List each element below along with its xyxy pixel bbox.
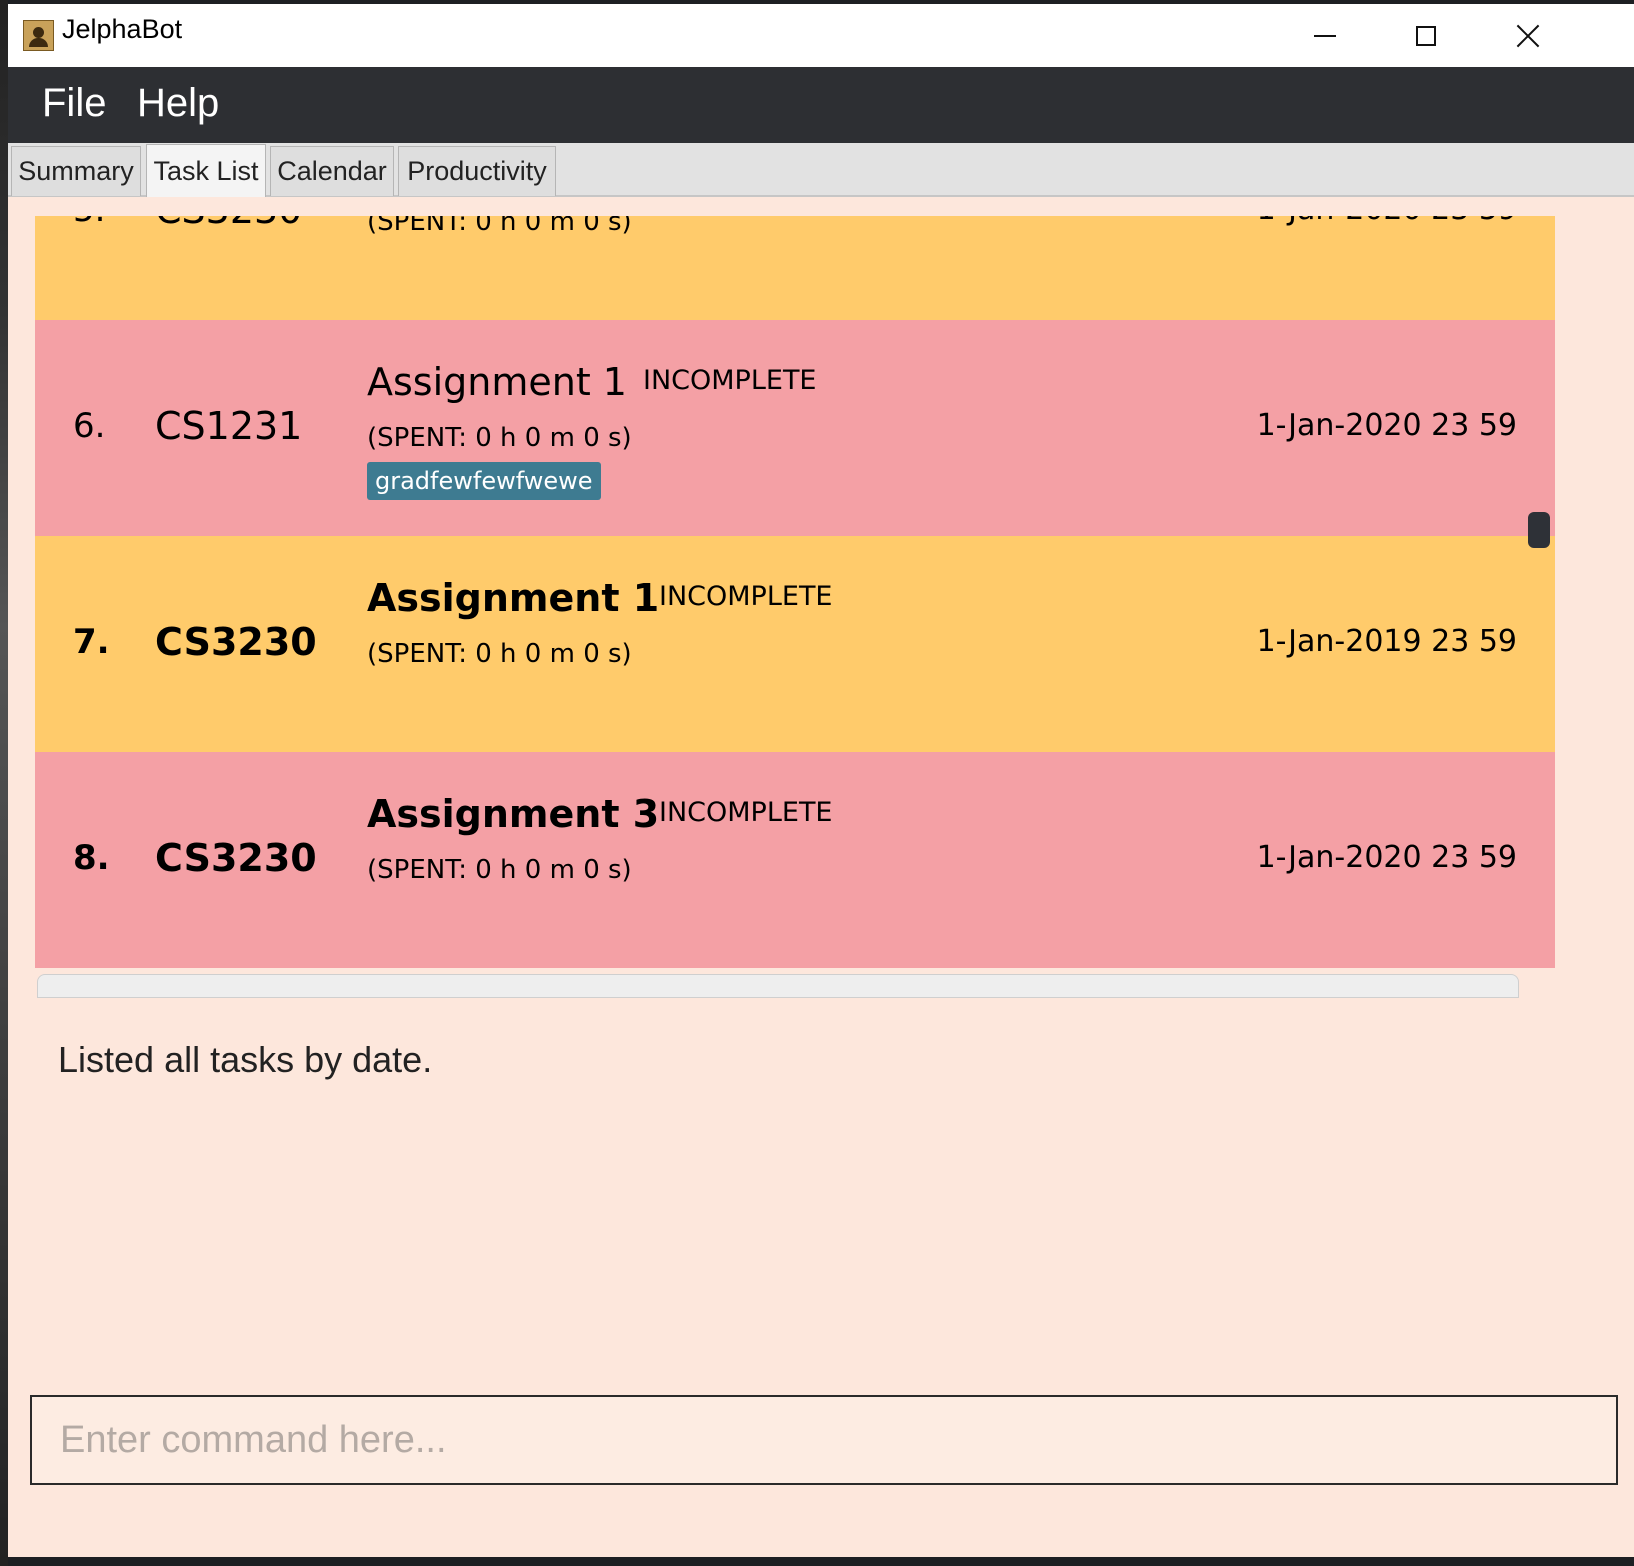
task-time-spent: (SPENT: 0 h 0 m 0 s) [367,216,632,237]
result-display: Listed all tasks by date. [58,1039,433,1080]
task-tag: gradfewfewfwewe [367,462,601,500]
task-index: 8. [73,838,110,878]
command-input[interactable] [30,1395,1618,1485]
task-card[interactable]: 7. CS3230 Assignment 1 INCOMPLETE (SPENT… [35,536,1555,752]
task-status: INCOMPLETE [659,581,833,612]
task-module: CS3230 [155,620,317,664]
desktop-background [0,0,8,1566]
task-list-scrollbar[interactable] [1523,220,1550,1006]
task-due-date: 1-Jan-2020 23 59 [1256,840,1517,875]
task-name: Assignment 1 [367,360,627,404]
task-due-date: 1-Jan-2019 23 59 [1256,624,1517,659]
task-card[interactable]: 6. CS1231 Assignment 1 INCOMPLETE (SPENT… [35,320,1555,536]
minimize-button[interactable] [1273,4,1377,67]
task-name: Assignment 1 [367,576,660,620]
task-index: 5. [73,216,105,230]
menu-help[interactable]: Help [137,81,219,126]
maximize-icon [1416,25,1436,46]
task-module: CS3230 [155,836,317,880]
tab-calendar[interactable]: Calendar [270,146,394,196]
task-list: 5. CS3230 (SPENT: 0 h 0 m 0 s) 1-Jan-202… [35,216,1555,998]
tab-productivity[interactable]: Productivity [398,146,556,196]
list-end-cell [37,974,1519,998]
close-icon [1516,24,1540,48]
tab-task-list[interactable]: Task List [146,144,266,197]
task-due-date: 1-Jan-2020 23 59 [1256,408,1517,443]
window-title: JelphaBot [62,14,183,44]
scrollbar-thumb[interactable] [1528,512,1550,548]
tab-summary[interactable]: Summary [11,146,141,196]
maximize-button[interactable] [1374,4,1478,67]
app-person-icon [23,20,54,51]
task-module: CS3230 [155,216,302,232]
task-name: Assignment 3 [367,792,660,836]
task-card[interactable]: 8. CS3230 Assignment 3 INCOMPLETE (SPENT… [35,752,1555,968]
task-list-view[interactable]: 5. CS3230 (SPENT: 0 h 0 m 0 s) 1-Jan-202… [35,216,1599,1008]
menu-file[interactable]: File [42,81,106,126]
task-module: CS1231 [155,404,303,448]
task-time-spent: (SPENT: 0 h 0 m 0 s) [367,855,632,885]
minimize-icon [1314,34,1336,37]
task-status: INCOMPLETE [659,797,833,828]
task-card[interactable]: 5. CS3230 (SPENT: 0 h 0 m 0 s) 1-Jan-202… [35,216,1555,320]
task-index: 7. [73,622,110,662]
title-bar[interactable]: JelphaBot [8,4,1634,67]
task-due-date: 1-Jan-2020 23 59 [1257,216,1517,227]
task-time-spent: (SPENT: 0 h 0 m 0 s) [367,639,632,669]
tab-bar: Summary Task List Calendar Productivity [8,143,1634,197]
task-index: 6. [73,406,106,446]
app-window: JelphaBot File Help Summary Task List Ca… [8,4,1634,1557]
close-button[interactable] [1476,4,1580,67]
task-status: INCOMPLETE [643,365,817,396]
task-time-spent: (SPENT: 0 h 0 m 0 s) [367,423,632,453]
menu-bar: File Help [8,67,1634,143]
